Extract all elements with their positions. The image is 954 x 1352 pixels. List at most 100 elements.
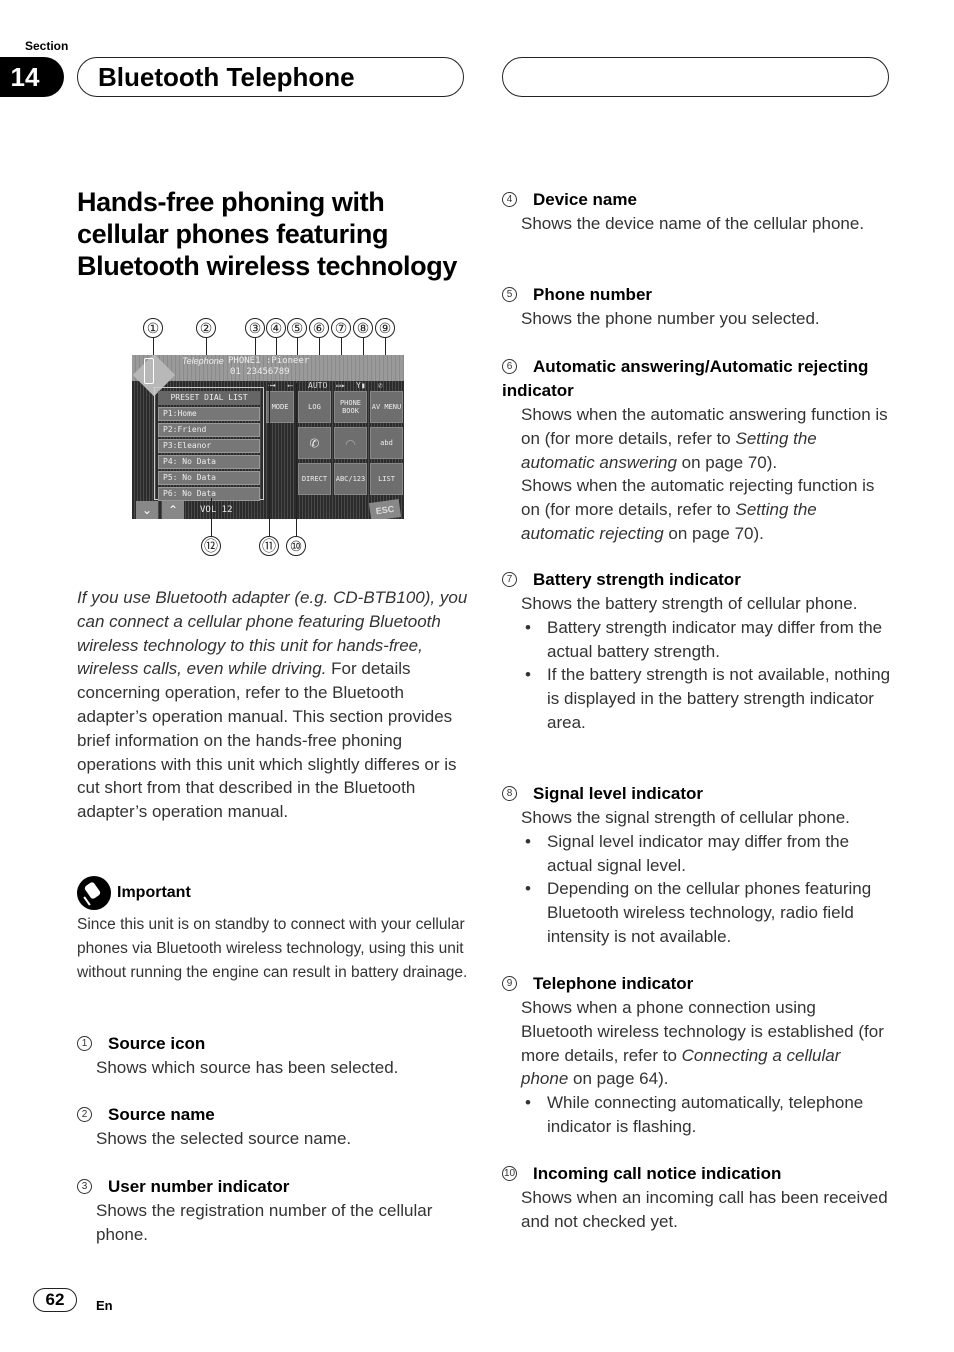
- item-device-name: 4 Device name Shows the device name of th…: [502, 188, 892, 236]
- phone-number: 01 23456789: [230, 367, 290, 377]
- preset-item[interactable]: P3:Eleanor: [158, 439, 260, 453]
- item-incoming-call: 10 Incoming call notice indication Shows …: [502, 1162, 892, 1234]
- item-title: Device name: [533, 190, 637, 209]
- source-name: Telephone: [182, 356, 224, 366]
- important-heading: Important: [77, 876, 191, 910]
- hang-up-button[interactable]: ⌒: [334, 427, 367, 459]
- handset-icon: ✆: [309, 433, 320, 452]
- callout-11: ⑪: [259, 536, 279, 556]
- item-title: Source name: [108, 1105, 215, 1124]
- bullet-item: If the battery strength is not available…: [521, 663, 892, 734]
- callout-line: [211, 498, 212, 536]
- item-title: Battery strength indicator: [533, 570, 741, 589]
- item-title: Source icon: [108, 1034, 206, 1053]
- callout-line: [296, 383, 297, 536]
- item-telephone-indicator: 9 Telephone indicator Shows when a phone …: [502, 972, 892, 1139]
- item-number: 7: [502, 572, 517, 587]
- item-source-name: 2 Source name Shows the selected source n…: [77, 1103, 467, 1151]
- item-signal-level: 8 Signal level indicator Shows the signal…: [502, 782, 892, 949]
- callout-9: ⑨: [375, 318, 395, 338]
- av-menu-button[interactable]: AV MENU: [370, 391, 403, 423]
- item-number: 8: [502, 786, 517, 801]
- callout-2: ②: [196, 318, 216, 338]
- item-battery-strength: 7 Battery strength indicator Shows the ba…: [502, 568, 892, 735]
- telephone-indicator-icon: ✆: [378, 381, 383, 390]
- phone-icon: [144, 358, 154, 384]
- page-title: Hands-free phoning with cellular phones …: [77, 187, 457, 281]
- log-button[interactable]: LOG: [298, 391, 331, 423]
- intro-paragraph: If you use Bluetooth adapter (e.g. CD-BT…: [77, 586, 469, 824]
- language-label: En: [96, 1298, 113, 1313]
- bullet-item: Depending on the cellular phones featuri…: [521, 877, 892, 948]
- scroll-up-button[interactable]: ⌃: [162, 501, 184, 519]
- bullet-item: Battery strength indicator may differ fr…: [521, 616, 892, 664]
- body-text: on page 70).: [663, 523, 764, 543]
- incoming-notice-icon: ⟵: [288, 381, 293, 390]
- mode-button[interactable]: MODE: [266, 391, 294, 423]
- list-button[interactable]: LIST: [370, 463, 403, 495]
- item-user-number: 3 User number indicator Shows the registr…: [77, 1175, 467, 1247]
- preset-item[interactable]: P6: No Data: [158, 487, 260, 501]
- item-body: Shows which source has been selected.: [96, 1058, 399, 1077]
- bullet-item: While connecting automatically, telephon…: [521, 1091, 892, 1139]
- volume-indicator: VOL 12: [200, 505, 233, 515]
- signal-icon: Y▮: [356, 381, 366, 390]
- item-number: 5: [502, 287, 517, 302]
- item-number: 6: [502, 359, 517, 374]
- page-number: 62: [33, 1288, 77, 1312]
- important-label: Important: [117, 884, 191, 901]
- preset-item[interactable]: P4: No Data: [158, 455, 260, 469]
- direct-button[interactable]: DIRECT: [298, 463, 331, 495]
- callout-7: ⑦: [331, 318, 351, 338]
- item-title: Incoming call notice indication: [533, 1164, 782, 1183]
- abc-123-button[interactable]: ABC/123: [334, 463, 367, 495]
- item-body: Shows when an incoming call has been rec…: [521, 1188, 888, 1231]
- phone-book-button[interactable]: PHONE BOOK: [334, 391, 367, 423]
- callout-line: [269, 383, 270, 536]
- preset-dial-list: PRESET DIAL LIST P1:Home P2:Friend P3:El…: [154, 387, 264, 501]
- screen-bottom-bar: ⌄ ⌃ VOL 12 ESC: [132, 499, 404, 519]
- callout-12: ⑫: [201, 536, 221, 556]
- callout-3: ③: [245, 318, 265, 338]
- body-text: on page 64).: [568, 1069, 669, 1089]
- item-body: Shows the registration number of the cel…: [96, 1201, 433, 1244]
- item-number: 1: [77, 1036, 92, 1051]
- item-title: User number indicator: [108, 1177, 290, 1196]
- item-body: Shows the phone number you selected.: [521, 309, 820, 328]
- item-number: 3: [77, 1179, 92, 1194]
- section-label: Section: [25, 39, 69, 53]
- body-text: Shows when the automatic rejecting funct…: [521, 476, 875, 520]
- user-device: PHONE1 :Pioneer: [228, 356, 310, 366]
- item-body: Shows the signal strength of cellular ph…: [521, 808, 850, 827]
- item-number: 4: [502, 192, 517, 207]
- preset-item[interactable]: P5: No Data: [158, 471, 260, 485]
- important-text: Since this unit is on standby to connect…: [77, 916, 468, 981]
- bullet-item: Signal level indicator may differ from t…: [521, 830, 892, 878]
- item-body: Shows the battery strength of cellular p…: [521, 594, 858, 613]
- item-body: Shows the selected source name.: [96, 1129, 352, 1148]
- body-text: Shows when the automatic answering funct…: [521, 405, 888, 448]
- item-title: Automatic answering/Automatic rejecting …: [502, 357, 869, 400]
- bullet-list: While connecting automatically, telephon…: [502, 1091, 892, 1139]
- preset-item[interactable]: P2:Friend: [158, 423, 260, 437]
- item-auto-answer: 6 Automatic answering/Automatic rejecting…: [502, 355, 892, 546]
- item-number: 2: [77, 1107, 92, 1122]
- item-number: 9: [502, 976, 517, 991]
- item-title: Phone number: [533, 285, 653, 304]
- esc-button[interactable]: ESC: [368, 499, 402, 519]
- preset-item[interactable]: P1:Home: [158, 407, 260, 421]
- device-screen: Telephone PHONE1 :Pioneer 01 23456789 ⊶ …: [132, 355, 404, 519]
- callout-5: ⑤: [287, 318, 307, 338]
- callout-4: ④: [266, 318, 286, 338]
- callout-1: ①: [143, 318, 163, 338]
- callout-6: ⑥: [309, 318, 329, 338]
- callout-8: ⑧: [353, 318, 373, 338]
- call-button[interactable]: ✆: [298, 427, 331, 459]
- item-title: Signal level indicator: [533, 784, 704, 803]
- abd-button[interactable]: abd: [370, 427, 403, 459]
- callout-10: ⑩: [286, 536, 306, 556]
- item-title: Telephone indicator: [533, 974, 694, 993]
- section-number-badge: 14: [0, 57, 64, 97]
- scroll-down-button[interactable]: ⌄: [136, 501, 158, 519]
- header-pill-empty: [502, 57, 889, 97]
